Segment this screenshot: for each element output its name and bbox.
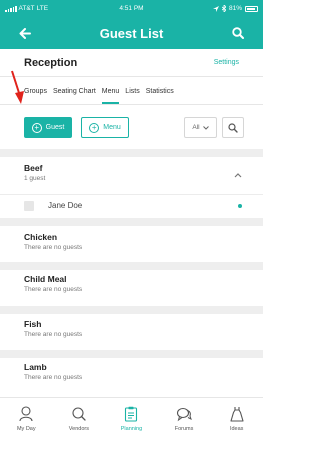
event-name: Reception	[24, 56, 78, 69]
guest-row[interactable]: Jane Doe	[0, 194, 263, 216]
dress-icon	[230, 407, 244, 422]
add-guest-label: Guest	[45, 124, 65, 131]
add-menu-label: Menu	[103, 124, 121, 131]
tab-groups[interactable]: Groups	[24, 84, 47, 104]
tab-vendors[interactable]: Vendors	[55, 406, 103, 432]
signal-icon	[5, 5, 17, 12]
status-left: AT&T LTE	[5, 5, 95, 12]
tab-label: Vendors	[68, 426, 89, 432]
page-title: Guest List	[99, 25, 164, 41]
section-divider	[0, 350, 263, 358]
plus-circle-icon: +	[31, 122, 42, 133]
add-guest-button[interactable]: + Guest	[24, 117, 72, 138]
filter-select[interactable]: All	[184, 117, 217, 138]
section-divider	[0, 218, 263, 226]
search-button[interactable]	[229, 24, 247, 42]
group-header-lamb[interactable]: Lamb There are no guests	[0, 358, 263, 394]
tab-label: Planning	[120, 426, 143, 432]
tab-ideas[interactable]: Ideas	[213, 406, 261, 432]
group-name: Lamb	[24, 362, 47, 372]
nav-bar: Guest List	[0, 17, 263, 49]
tab-label: My Day	[16, 426, 36, 432]
status-right: 81%	[168, 5, 258, 12]
tab-planning[interactable]: Planning	[107, 406, 155, 432]
group-count: There are no guests	[24, 331, 83, 338]
group-name: Fish	[24, 319, 42, 329]
group-header-fish[interactable]: Fish There are no guests	[0, 314, 263, 350]
tab-seating-chart[interactable]: Seating Chart	[53, 84, 96, 104]
location-icon	[212, 5, 219, 12]
section-divider	[0, 149, 263, 157]
chevron-down-icon	[202, 125, 209, 130]
status-time: 4:51 PM	[119, 5, 144, 12]
tab-my-day[interactable]: My Day	[2, 406, 50, 432]
group-count: There are no guests	[24, 286, 83, 293]
person-icon	[19, 406, 33, 422]
add-menu-button[interactable]: + Menu	[81, 117, 129, 138]
tab-menu[interactable]: Menu	[101, 84, 119, 104]
filter-value: All	[192, 124, 200, 131]
tab-label: Forums	[174, 426, 194, 432]
group-count: There are no guests	[24, 244, 83, 251]
plus-circle-icon: +	[89, 122, 100, 133]
section-divider	[0, 262, 263, 270]
group-name: Beef	[24, 163, 43, 173]
status-bar: AT&T LTE 4:51 PM 81%	[0, 0, 263, 17]
guest-checkbox[interactable]	[24, 200, 34, 211]
tab-strip: Groups Seating Chart Menu Lists Statisti…	[24, 84, 174, 104]
tab-statistics[interactable]: Statistics	[146, 84, 174, 104]
status-dot	[238, 203, 242, 208]
group-name: Chicken	[24, 232, 58, 242]
list-search-button[interactable]	[222, 117, 244, 138]
tabs-divider	[0, 104, 263, 105]
group-header-chicken[interactable]: Chicken There are no guests	[0, 226, 263, 262]
tab-label: Ideas	[229, 426, 244, 432]
bottom-tab-bar: My Day Vendors Planning Forums Ideas	[0, 398, 263, 452]
tab-forums[interactable]: Forums	[160, 406, 208, 432]
bluetooth-icon	[221, 5, 226, 12]
settings-link[interactable]: Settings	[214, 59, 239, 66]
battery-icon	[245, 5, 258, 12]
annotation-arrow	[11, 70, 24, 104]
network-label: LTE	[36, 5, 49, 12]
group-name: Child Meal	[24, 274, 67, 284]
group-header-child-meal[interactable]: Child Meal There are no guests	[0, 270, 263, 306]
section-divider	[0, 306, 263, 314]
battery-percent: 81%	[228, 5, 242, 12]
search-icon	[72, 407, 86, 421]
carrier-label: AT&T	[18, 5, 35, 12]
search-icon	[228, 122, 238, 133]
guest-name: Jane Doe	[48, 201, 83, 210]
arrow-left-icon	[19, 27, 31, 39]
search-icon	[232, 27, 244, 39]
group-header-beef[interactable]: Beef 1 guest	[0, 157, 263, 194]
chat-bubbles-icon	[177, 407, 192, 422]
tab-lists[interactable]: Lists	[125, 84, 139, 104]
back-button[interactable]	[16, 24, 34, 42]
clipboard-icon	[125, 406, 138, 422]
action-row: + Guest + Menu All	[0, 117, 263, 141]
event-header: Reception Settings	[0, 49, 263, 77]
group-count: There are no guests	[24, 374, 83, 381]
group-count: 1 guest	[24, 175, 46, 182]
chevron-up-icon[interactable]	[233, 171, 243, 179]
